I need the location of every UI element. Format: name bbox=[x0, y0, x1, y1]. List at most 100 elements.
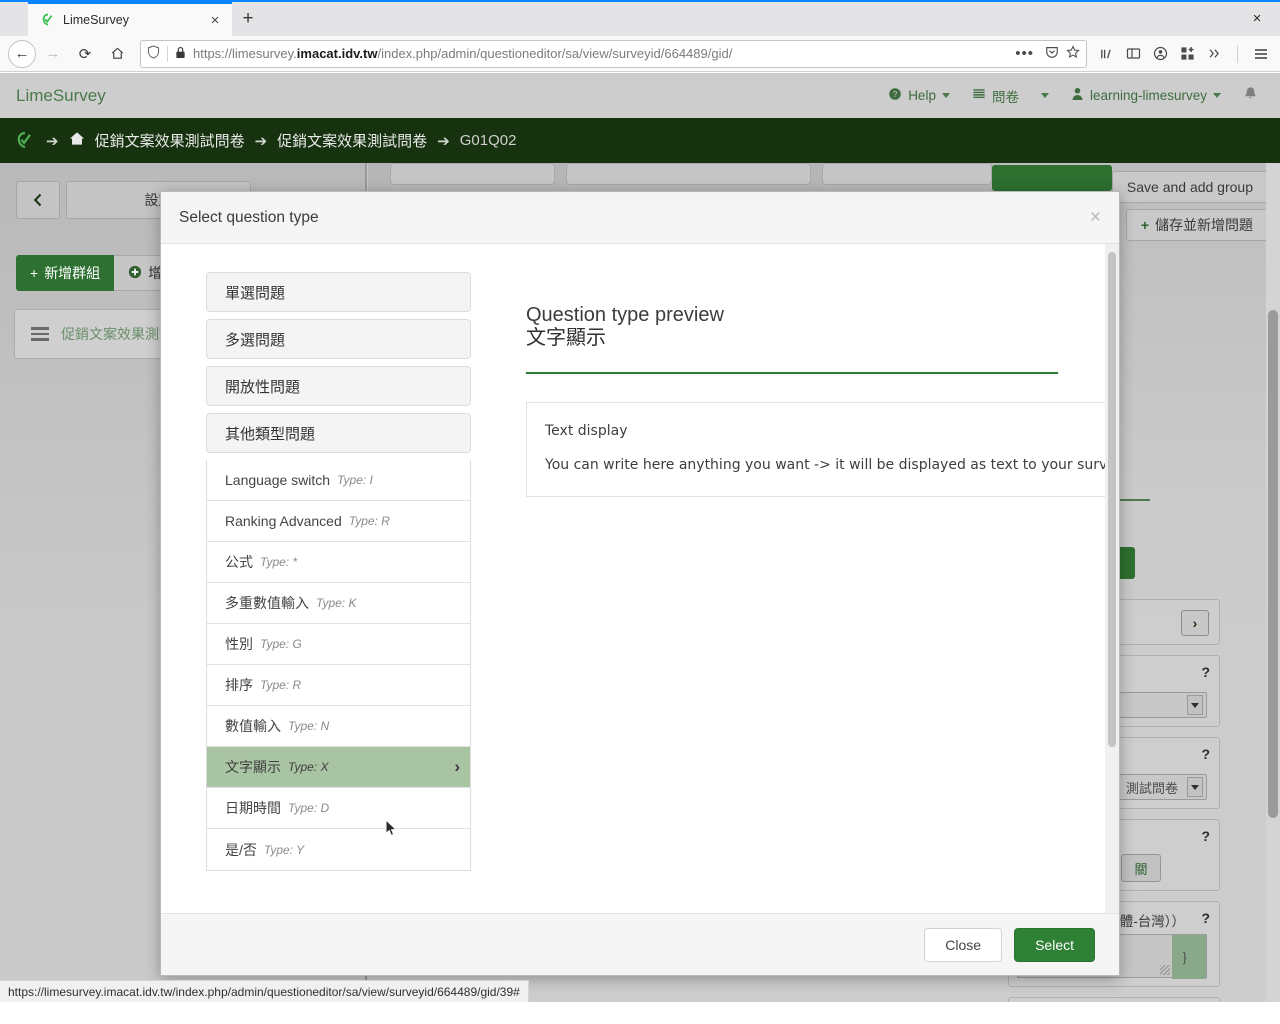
editor-tab-2[interactable] bbox=[566, 163, 811, 185]
header-user-menu[interactable]: learning-limesurvey bbox=[1071, 87, 1221, 104]
star-icon[interactable] bbox=[1066, 45, 1080, 62]
list-item-type: Type: X bbox=[288, 760, 329, 774]
sidebar-action-row: + 新增群組 增 bbox=[16, 255, 178, 291]
breadcrumb-item-survey[interactable]: 促銷文案效果測試問卷 bbox=[95, 130, 245, 151]
category-single-choice[interactable]: 單選問題 bbox=[206, 272, 471, 312]
modal-scrollbar-thumb[interactable] bbox=[1108, 252, 1116, 747]
modal-footer: Close Select bbox=[161, 913, 1119, 975]
chevron-down-icon bbox=[1187, 695, 1203, 715]
reload-icon[interactable]: ⟳ bbox=[70, 40, 100, 68]
browser-toolbar-icons bbox=[1097, 44, 1272, 63]
list-item[interactable]: 數值輸入 Type: N bbox=[207, 706, 470, 747]
list-item-type: Type: Y bbox=[263, 842, 305, 857]
list-item-type: Type: R bbox=[260, 678, 302, 692]
save-button-partial[interactable] bbox=[992, 165, 1112, 191]
help-icon[interactable]: ? bbox=[1201, 828, 1210, 844]
sidebar-icon[interactable] bbox=[1124, 46, 1142, 61]
menu-icon[interactable] bbox=[1252, 46, 1270, 62]
list-item[interactable]: 排序 Type: R bbox=[207, 665, 470, 706]
urlbar-divider bbox=[167, 45, 168, 62]
close-button[interactable]: Close bbox=[924, 927, 1003, 962]
home-icon[interactable] bbox=[69, 131, 85, 150]
url-scheme: https://limesurvey. bbox=[193, 46, 297, 61]
browser-tab-title: LimeSurvey bbox=[63, 13, 129, 27]
home-icon[interactable] bbox=[102, 40, 132, 68]
close-icon[interactable]: × bbox=[206, 11, 224, 29]
breadcrumb-item-group[interactable]: 促銷文案效果測試問卷 bbox=[277, 130, 427, 151]
modal-body: 單選問題 多選問題 開放性問題 其他類型問題 Language switch T… bbox=[161, 244, 1119, 913]
settings-select-2-value: 測試問卷 bbox=[1125, 780, 1178, 796]
user-icon bbox=[1071, 87, 1084, 104]
preview-heading-text: Question type preview bbox=[526, 304, 724, 326]
save-and-add-group-button[interactable]: Save and add group bbox=[1111, 171, 1268, 203]
category-multiple-choice[interactable]: 多選問題 bbox=[206, 319, 471, 359]
page-scrollbar[interactable] bbox=[1266, 163, 1280, 1002]
modal-header: Select question type × bbox=[161, 192, 1119, 244]
list-item[interactable]: 公式 Type: * bbox=[207, 542, 470, 583]
plus-icon: + bbox=[1140, 217, 1149, 233]
lock-icon[interactable] bbox=[175, 46, 186, 62]
header-notifications[interactable] bbox=[1243, 86, 1258, 105]
breadcrumb: ➔ 促銷文案效果測試問卷 ➔ 促銷文案效果測試問卷 ➔ G01Q02 bbox=[0, 118, 1280, 163]
add-group-button[interactable]: + 新增群組 bbox=[16, 255, 115, 291]
chevron-down-icon bbox=[941, 93, 950, 98]
help-icon[interactable]: ? bbox=[1201, 746, 1210, 762]
back-icon[interactable]: ← bbox=[8, 39, 36, 68]
library-icon[interactable] bbox=[1097, 46, 1115, 61]
breadcrumb-item-question[interactable]: G01Q02 bbox=[460, 132, 517, 149]
sidebar-collapse-button[interactable] bbox=[16, 181, 60, 219]
pocket-icon[interactable] bbox=[1045, 45, 1059, 62]
preview-subheading-text: 文字顯示 bbox=[526, 327, 606, 349]
category-open-ended[interactable]: 開放性問題 bbox=[206, 366, 471, 406]
close-icon[interactable]: × bbox=[1090, 208, 1101, 227]
question-type-chevron-button[interactable]: › bbox=[1181, 610, 1209, 636]
list-item-selected-text-display[interactable]: 文字顯示 Type: X › bbox=[207, 747, 470, 788]
list-item-name: 多重數值輸入 bbox=[225, 595, 309, 611]
help-icon: ? bbox=[888, 87, 902, 104]
help-icon[interactable]: ? bbox=[1201, 910, 1210, 926]
list-item-type: Type: G bbox=[260, 637, 302, 651]
new-tab-button[interactable]: + bbox=[232, 2, 264, 36]
url-bar[interactable]: https://limesurvey. imacat.idv.tw/index.p… bbox=[140, 39, 1087, 68]
save-and-add-question-label: 儲存並新增問題 bbox=[1155, 217, 1253, 233]
list-item-name: Ranking Advanced bbox=[225, 513, 342, 529]
editor-tab-1[interactable] bbox=[390, 163, 555, 185]
resize-handle-icon[interactable] bbox=[1160, 965, 1170, 975]
modal-body-inner: 單選問題 多選問題 開放性問題 其他類型問題 Language switch T… bbox=[161, 244, 1119, 913]
list-item[interactable]: Language switch Type: I bbox=[207, 460, 470, 501]
list-item[interactable]: 多重數值輸入 Type: K bbox=[207, 583, 470, 624]
url-text[interactable]: https://limesurvey. imacat.idv.tw/index.p… bbox=[193, 46, 1004, 61]
overflow-icon[interactable] bbox=[1205, 46, 1223, 61]
select-button[interactable]: Select bbox=[1014, 927, 1095, 962]
page-scrollbar-thumb[interactable] bbox=[1268, 310, 1278, 818]
account-icon[interactable] bbox=[1151, 46, 1169, 61]
list-item-type: Type: D bbox=[288, 801, 330, 815]
shield-icon[interactable] bbox=[147, 45, 160, 62]
forward-icon[interactable]: → bbox=[38, 40, 68, 68]
save-and-add-question-button[interactable]: + 儲存並新增問題 bbox=[1125, 209, 1268, 241]
limesurvey-logo-icon bbox=[14, 130, 36, 152]
extensions-icon[interactable] bbox=[1178, 46, 1196, 61]
header-help-menu[interactable]: ? Help bbox=[888, 87, 950, 104]
list-item[interactable]: 性別 Type: G bbox=[207, 624, 470, 665]
settings-toggle-1[interactable]: 關 bbox=[1121, 854, 1161, 882]
list-item[interactable]: 日期時間 Type: D bbox=[207, 788, 470, 829]
app-logo[interactable]: LimeSurvey bbox=[16, 86, 106, 106]
plus-circle-icon bbox=[128, 265, 142, 282]
chevron-right-icon[interactable]: › bbox=[454, 757, 460, 777]
editor-tab-3[interactable] bbox=[822, 163, 992, 185]
modal-scrollbar[interactable] bbox=[1105, 244, 1119, 913]
window-close-button[interactable]: × bbox=[1234, 0, 1280, 36]
preview-card-title: Text display bbox=[545, 423, 628, 439]
chevron-down-icon bbox=[1187, 777, 1203, 797]
category-other[interactable]: 其他類型問題 bbox=[206, 413, 471, 453]
help-icon[interactable]: ? bbox=[1201, 664, 1210, 680]
list-item-name: 日期時間 bbox=[225, 800, 281, 816]
survey-structure-label: 促銷文案效果測試 bbox=[61, 326, 173, 342]
page-actions-icon[interactable]: ••• bbox=[1011, 45, 1038, 62]
preview-card: Text display You can write here anything… bbox=[526, 402, 1119, 497]
list-item[interactable]: 是/否 Type: Y bbox=[207, 829, 470, 870]
browser-tab[interactable]: LimeSurvey × bbox=[28, 2, 232, 36]
header-surveys-menu[interactable]: 問卷 bbox=[972, 86, 1049, 106]
list-item[interactable]: Ranking Advanced Type: R bbox=[207, 501, 470, 542]
